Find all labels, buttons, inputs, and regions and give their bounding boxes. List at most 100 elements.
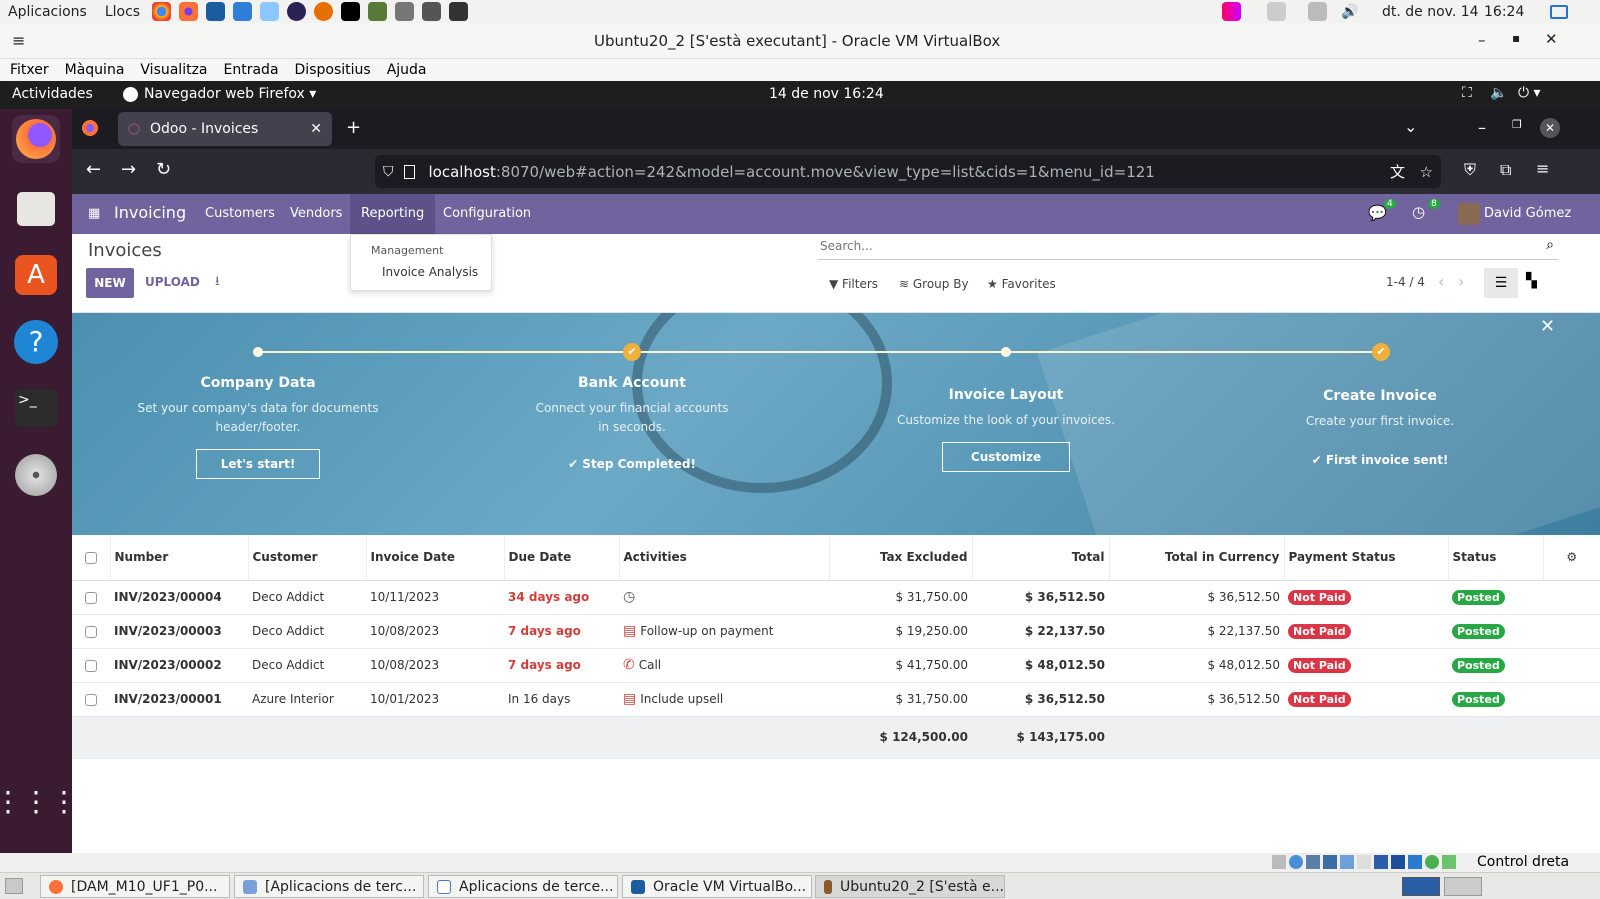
- back-icon[interactable]: ←: [86, 159, 101, 180]
- pycharm-icon[interactable]: [341, 2, 361, 21]
- search-icon[interactable]: ⌕: [1546, 237, 1554, 253]
- table-row[interactable]: INV/2023/00003 Deco Addict 10/08/2023 7 day…: [72, 614, 1600, 649]
- terminal-icon[interactable]: >_: [12, 384, 60, 432]
- firefox-icon[interactable]: [12, 115, 60, 163]
- col-activities[interactable]: Activities: [619, 535, 830, 581]
- power-icon[interactable]: ⏻ ▾: [1518, 85, 1541, 101]
- col-total-currency[interactable]: Total in Currency: [1109, 535, 1285, 581]
- avatar[interactable]: [1458, 203, 1480, 225]
- list-tabs-icon[interactable]: ⌄: [1404, 117, 1417, 136]
- firefox-icon[interactable]: [179, 2, 199, 21]
- pocket-icon[interactable]: ⛨: [1464, 160, 1476, 180]
- taskbar-item[interactable]: [DAM_M10_UF1_P0...: [40, 875, 230, 898]
- restore-icon[interactable]: ❐: [1512, 118, 1522, 131]
- usb-icon[interactable]: [1340, 855, 1354, 869]
- col-total[interactable]: Total: [972, 535, 1110, 581]
- col-customer[interactable]: Customer: [248, 535, 367, 581]
- reload-icon[interactable]: ↻: [156, 159, 171, 180]
- scanner-icon[interactable]: [395, 2, 415, 21]
- hdd-icon[interactable]: [1272, 855, 1286, 869]
- user-name[interactable]: David Gómez: [1484, 206, 1571, 221]
- mouse-icon[interactable]: [1425, 855, 1439, 869]
- show-apps-icon[interactable]: ⋮⋮⋮: [0, 777, 78, 825]
- menu-reporting[interactable]: Reporting: [350, 194, 436, 234]
- minimize-icon[interactable]: –: [1478, 118, 1486, 137]
- filters-button[interactable]: ▼ Filters: [829, 277, 878, 291]
- activity-cell[interactable]: ▤ Follow-up on payment: [619, 614, 829, 649]
- firefox-view-icon[interactable]: [82, 120, 98, 136]
- new-tab-icon[interactable]: +: [346, 117, 361, 138]
- apps-menu[interactable]: Aplicacions: [8, 4, 87, 20]
- menu-icon[interactable]: ≡: [1536, 159, 1549, 178]
- clock-icon[interactable]: ◷: [623, 589, 635, 605]
- activities-button[interactable]: Actividades: [12, 86, 93, 102]
- invoice-analysis-item[interactable]: Invoice Analysis: [382, 265, 478, 279]
- menu-configuration[interactable]: Configuration: [443, 206, 531, 221]
- url-bar[interactable]: ⛉ localhost:8070/web#action=242&model=ac…: [375, 155, 1441, 188]
- keyboard-icon[interactable]: [1308, 2, 1327, 21]
- network-icon[interactable]: ⛶: [1462, 85, 1472, 101]
- col-invoice-date[interactable]: Invoice Date: [366, 535, 505, 581]
- bookmark-icon[interactable]: ☆: [1420, 163, 1433, 181]
- customize-button[interactable]: Customize: [941, 442, 1071, 472]
- menu-maquina[interactable]: Màquina: [65, 62, 125, 78]
- forward-icon[interactable]: →: [121, 159, 136, 180]
- app-menu[interactable]: Navegador web Firefox ▾: [144, 86, 316, 102]
- download-icon[interactable]: ⭳: [215, 272, 220, 294]
- col-tax-excluded[interactable]: Tax Excluded: [829, 535, 973, 581]
- translate-icon[interactable]: 文: [1390, 161, 1405, 182]
- taskbar-item-active[interactable]: Ubuntu20_2 [S'està e...: [815, 875, 1005, 898]
- activities-icon[interactable]: ◷: [1412, 203, 1425, 221]
- chrome-icon[interactable]: [152, 2, 172, 21]
- table-row[interactable]: INV/2023/00004 Deco Addict 10/11/2023 34 da…: [72, 580, 1600, 615]
- app-icon[interactable]: [260, 2, 280, 21]
- new-button[interactable]: NEW: [86, 268, 134, 298]
- phone-icon[interactable]: ✆: [623, 657, 635, 673]
- disc-icon[interactable]: [12, 451, 60, 499]
- activity-cell[interactable]: ◷: [619, 580, 829, 615]
- netbeans-icon[interactable]: [314, 2, 334, 21]
- kanban-view-icon[interactable]: ▚: [1526, 273, 1537, 289]
- files-icon[interactable]: [12, 185, 60, 233]
- virtualbox-icon[interactable]: [206, 2, 226, 21]
- activity-cell[interactable]: ▤ Include upsell: [619, 682, 829, 717]
- software-icon[interactable]: A: [12, 251, 60, 299]
- pager[interactable]: 1-4 / 4: [1386, 275, 1425, 289]
- close-icon[interactable]: ✕: [1545, 30, 1558, 48]
- col-payment-status[interactable]: Payment Status: [1284, 535, 1449, 581]
- audio-icon[interactable]: [1306, 855, 1320, 869]
- col-due-date[interactable]: Due Date: [504, 535, 620, 581]
- workspace-switcher-icon[interactable]: [1402, 877, 1440, 896]
- todo-icon[interactable]: ▤: [623, 691, 636, 707]
- row-checkbox[interactable]: [85, 591, 97, 604]
- row-checkbox[interactable]: [85, 659, 97, 672]
- show-desktop-icon[interactable]: [5, 878, 23, 894]
- places-menu[interactable]: Llocs: [105, 4, 140, 20]
- close-window-icon[interactable]: ✕: [1540, 118, 1560, 138]
- gnome-clock[interactable]: 14 de nov 16:24: [769, 86, 884, 102]
- volume-icon[interactable]: 🔈: [1490, 85, 1507, 101]
- optional-columns-icon[interactable]: ⚙: [1566, 550, 1577, 564]
- network-icon[interactable]: [1323, 855, 1337, 869]
- extensions-icon[interactable]: ⧉: [1500, 160, 1511, 180]
- app-icon[interactable]: [233, 2, 253, 21]
- search-bar[interactable]: ⌕: [818, 234, 1558, 260]
- vm-icon[interactable]: [422, 2, 442, 21]
- close-banner-icon[interactable]: ✕: [1540, 316, 1555, 337]
- table-row[interactable]: INV/2023/00001 Azure Interior 10/01/2023 In…: [72, 682, 1600, 717]
- optical-icon[interactable]: [1289, 855, 1303, 869]
- terminal-icon[interactable]: [449, 2, 469, 21]
- recording-icon[interactable]: [1391, 855, 1405, 869]
- app-icon[interactable]: [368, 2, 388, 21]
- table-row[interactable]: INV/2023/00002 Deco Addict 10/08/2023 7 day…: [72, 648, 1600, 683]
- maximize-icon[interactable]: ▪: [1512, 31, 1520, 45]
- menu-ajuda[interactable]: Ajuda: [387, 62, 427, 78]
- volume-icon[interactable]: 🔊: [1341, 4, 1358, 20]
- keyboard-icon[interactable]: [1442, 855, 1456, 869]
- pager-next-icon[interactable]: ›: [1458, 272, 1464, 291]
- tray-icon[interactable]: [1267, 2, 1286, 21]
- app-name[interactable]: Invoicing: [114, 203, 186, 222]
- close-tab-icon[interactable]: ✕: [310, 121, 322, 137]
- tab-odoo-invoices[interactable]: Odoo - Invoices ✕: [118, 112, 332, 146]
- menu-visualitza[interactable]: Visualitza: [140, 62, 207, 78]
